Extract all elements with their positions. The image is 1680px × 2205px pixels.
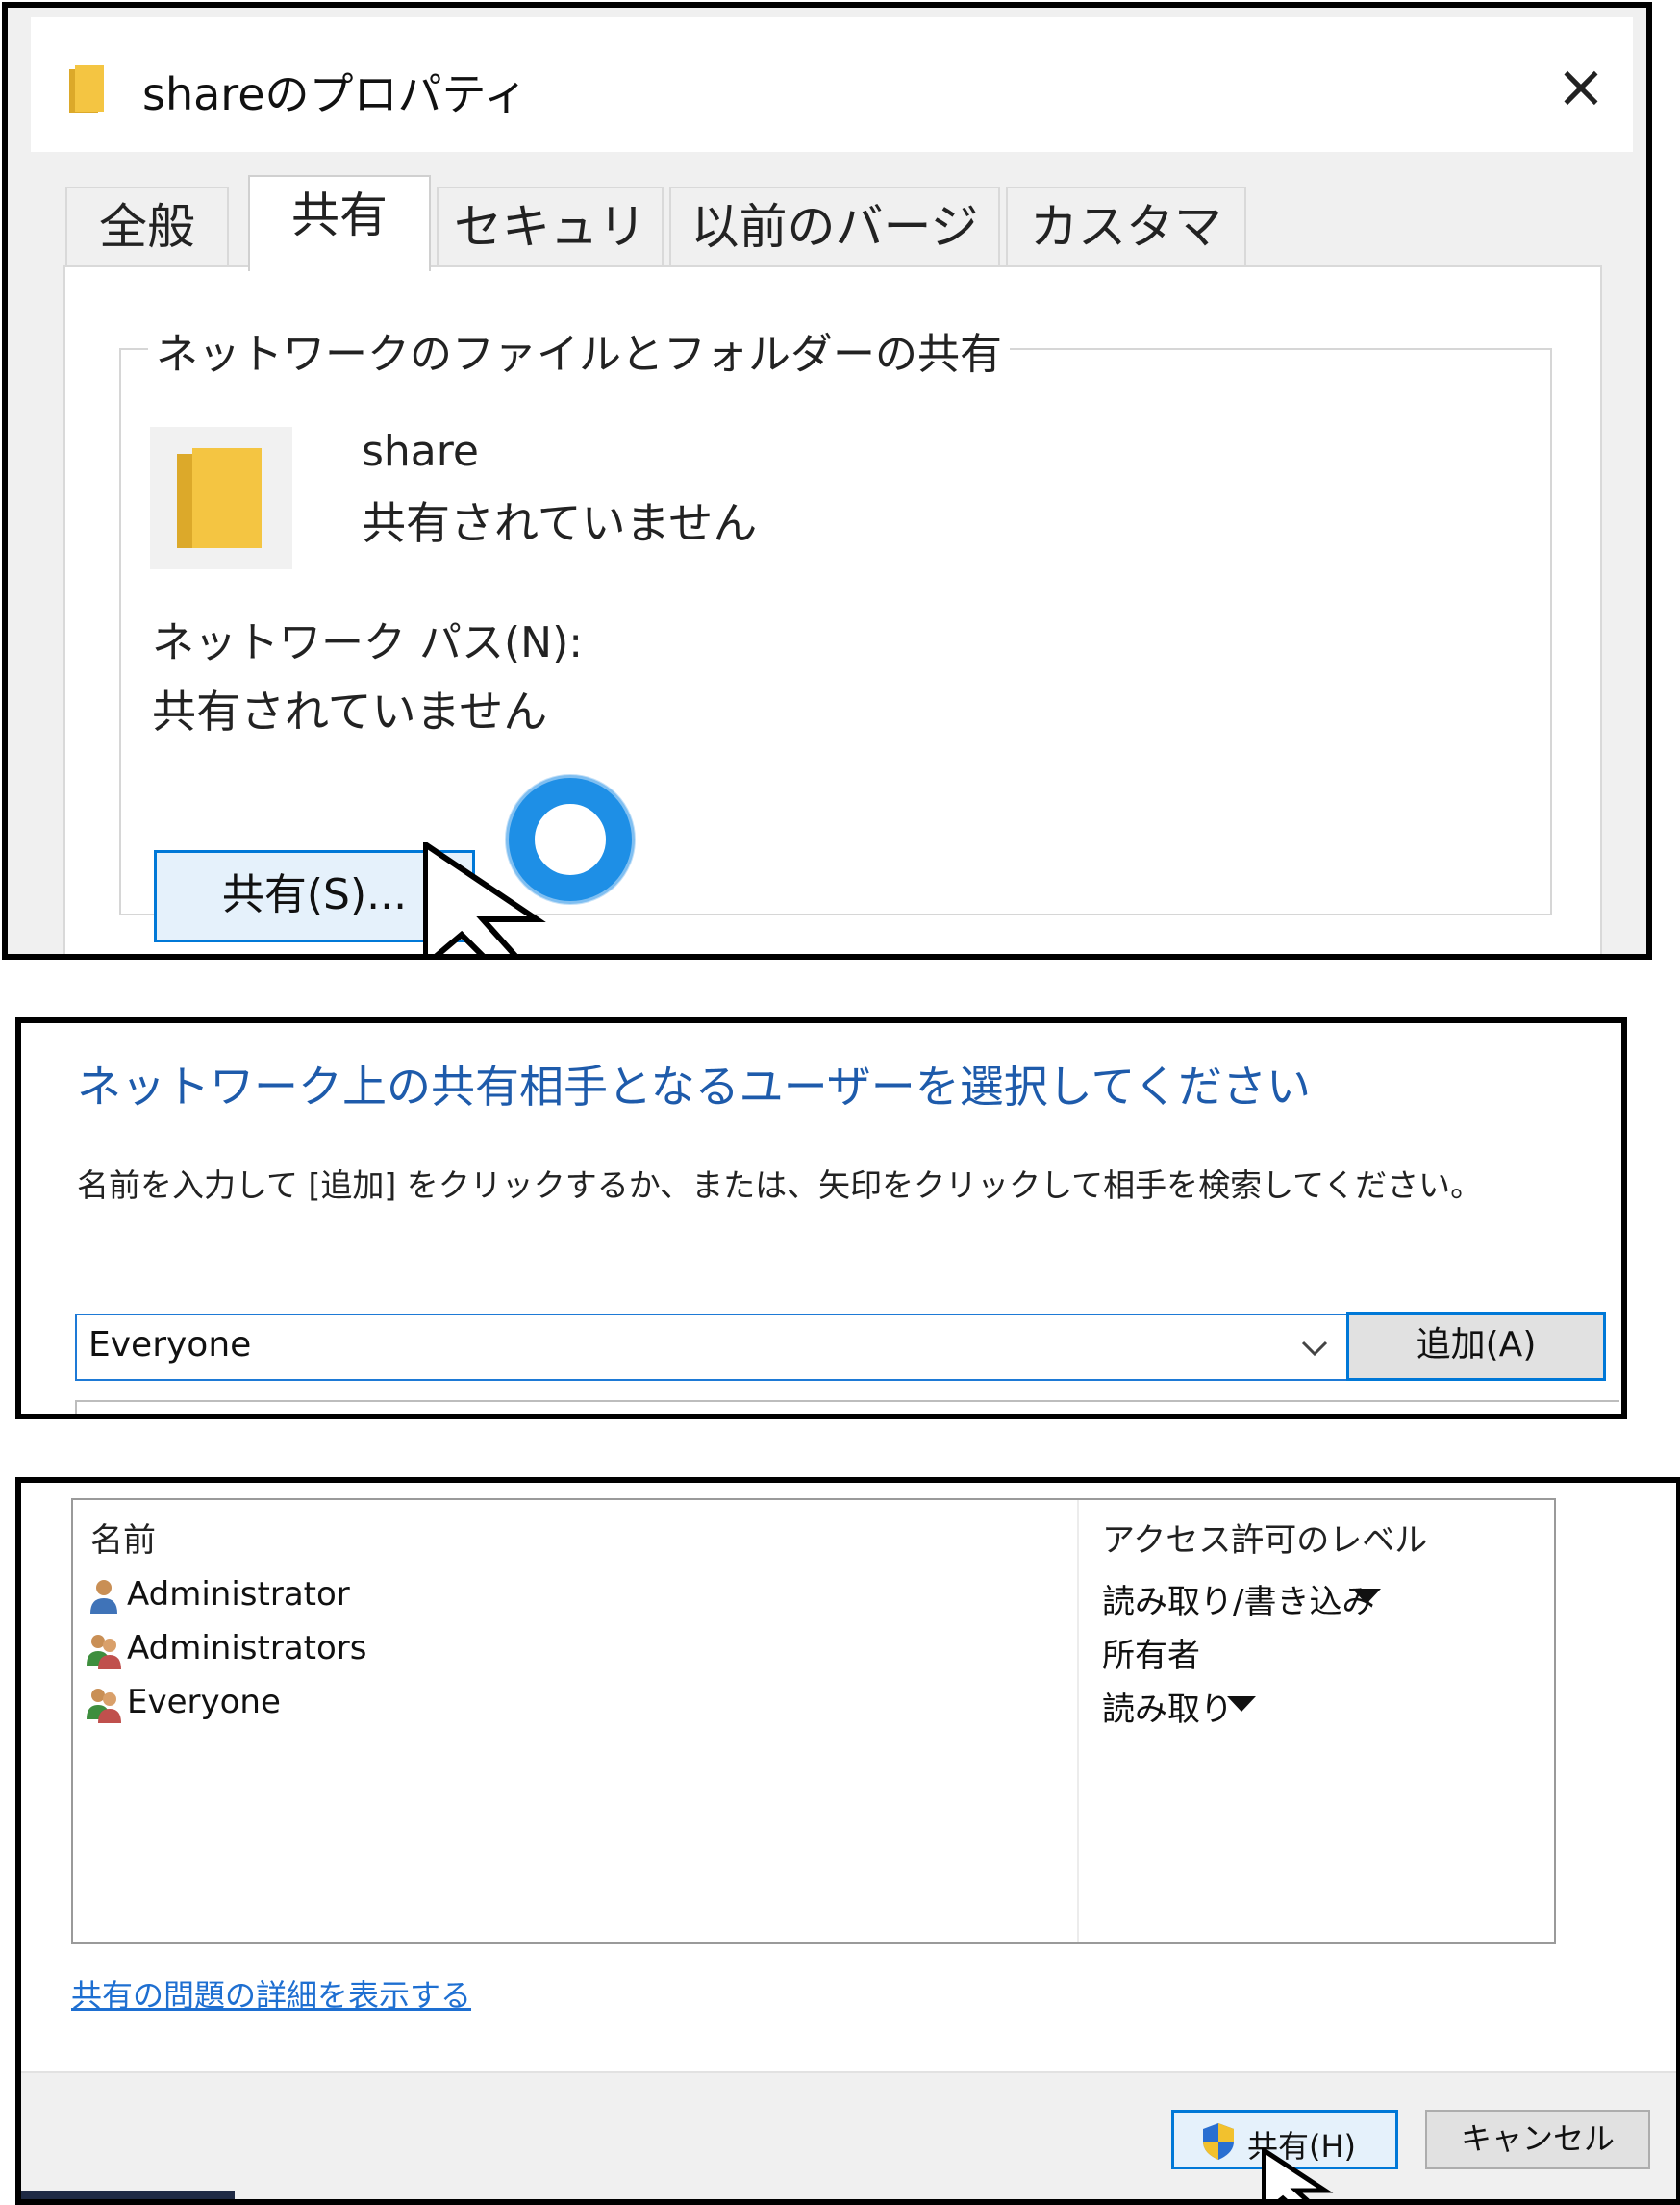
properties-dialog-panel: shareのプロパティ × 全般 共有 セキュリティ 以前のバージョン カスタマ… xyxy=(2,2,1652,960)
list-item[interactable]: Everyone 読み取り xyxy=(73,1677,1554,1731)
close-icon[interactable]: × xyxy=(1550,56,1612,117)
network-sharing-group: ネットワークのファイルとフォルダーの共有 share 共有されていません ネット… xyxy=(119,319,1552,942)
dialog-footer: 共有(H) キャンセル xyxy=(21,2071,1676,2199)
user-name-value: Everyone xyxy=(88,1325,252,1365)
group-title: ネットワークのファイルとフォルダーの共有 xyxy=(148,319,1010,381)
permission-list[interactable]: 名前 アクセス許可のレベル Administrator 読み取り/書き込み Ad… xyxy=(71,1498,1556,1944)
row-access-level: 所有者 xyxy=(1102,1637,1200,1675)
title-bar: shareのプロパティ × xyxy=(31,17,1633,152)
share-status: 共有されていません xyxy=(362,497,758,549)
tab-security[interactable]: セキュリティ xyxy=(437,187,664,332)
choose-people-panel: ネットワーク上の共有相手となるユーザーを選択してください 名前を入力して [追加… xyxy=(15,1017,1627,1419)
column-header-access-level[interactable]: アクセス許可のレベル xyxy=(1102,1514,1427,1561)
list-item[interactable]: Administrators 所有者 xyxy=(73,1623,1554,1677)
folder-name: share xyxy=(362,427,479,476)
tab-customize[interactable]: カスタマイズ xyxy=(1006,187,1246,332)
user-name-combobox[interactable]: Everyone xyxy=(75,1314,1348,1381)
dialog-title: shareのプロパティ xyxy=(142,68,528,120)
sharing-tab-page: ネットワークのファイルとフォルダーの共有 share 共有されていません ネット… xyxy=(63,265,1602,954)
user-icon xyxy=(90,1580,117,1614)
column-header-name[interactable]: 名前 xyxy=(90,1514,156,1561)
folder-icon xyxy=(177,448,262,548)
dropdown-arrow-icon[interactable] xyxy=(1352,1587,1381,1606)
folder-icon xyxy=(69,65,104,113)
add-button[interactable]: 追加(A) xyxy=(1346,1312,1606,1381)
choose-people-heading: ネットワーク上の共有相手となるユーザーを選択してください xyxy=(77,1061,1311,1113)
folder-tile xyxy=(150,427,292,569)
dropdown-arrow-icon[interactable] xyxy=(1227,1694,1256,1714)
user-list-edge xyxy=(75,1400,1619,1414)
list-item[interactable]: Administrator 読み取り/書き込み xyxy=(73,1569,1554,1623)
tab-general[interactable]: 全般 xyxy=(65,187,229,269)
taskbar-fragment xyxy=(21,2191,235,2199)
row-access-level: 読み取り/書き込み xyxy=(1102,1583,1375,1621)
tab-previous-versions[interactable]: 以前のバージョン xyxy=(669,187,1000,332)
row-user-name: Administrator xyxy=(127,1575,350,1614)
group-icon xyxy=(87,1689,121,1723)
share-list-panel: 名前 アクセス許可のレベル Administrator 読み取り/書き込み Ad… xyxy=(15,1477,1680,2205)
mouse-pointer-icon xyxy=(1262,2148,1334,2199)
group-icon xyxy=(87,1635,121,1669)
row-access-level: 読み取り xyxy=(1102,1691,1233,1729)
cancel-button[interactable]: キャンセル xyxy=(1425,2110,1650,2169)
network-path-value: 共有されていません xyxy=(152,686,548,738)
network-path-label: ネットワーク パス(N): xyxy=(152,618,584,667)
chevron-down-icon[interactable] xyxy=(1300,1339,1329,1358)
choose-people-instruction: 名前を入力して [追加] をクリックするか、または、矢印をクリックして相手を検索… xyxy=(77,1166,1483,1204)
uac-shield-icon xyxy=(1203,2123,1234,2160)
row-user-name: Everyone xyxy=(127,1683,281,1721)
tab-sharing[interactable]: 共有 xyxy=(248,175,431,271)
row-user-name: Administrators xyxy=(127,1629,367,1667)
sharing-details-link[interactable]: 共有の問題の詳細を表示する xyxy=(71,1971,471,2016)
mouse-pointer-icon xyxy=(423,842,546,954)
